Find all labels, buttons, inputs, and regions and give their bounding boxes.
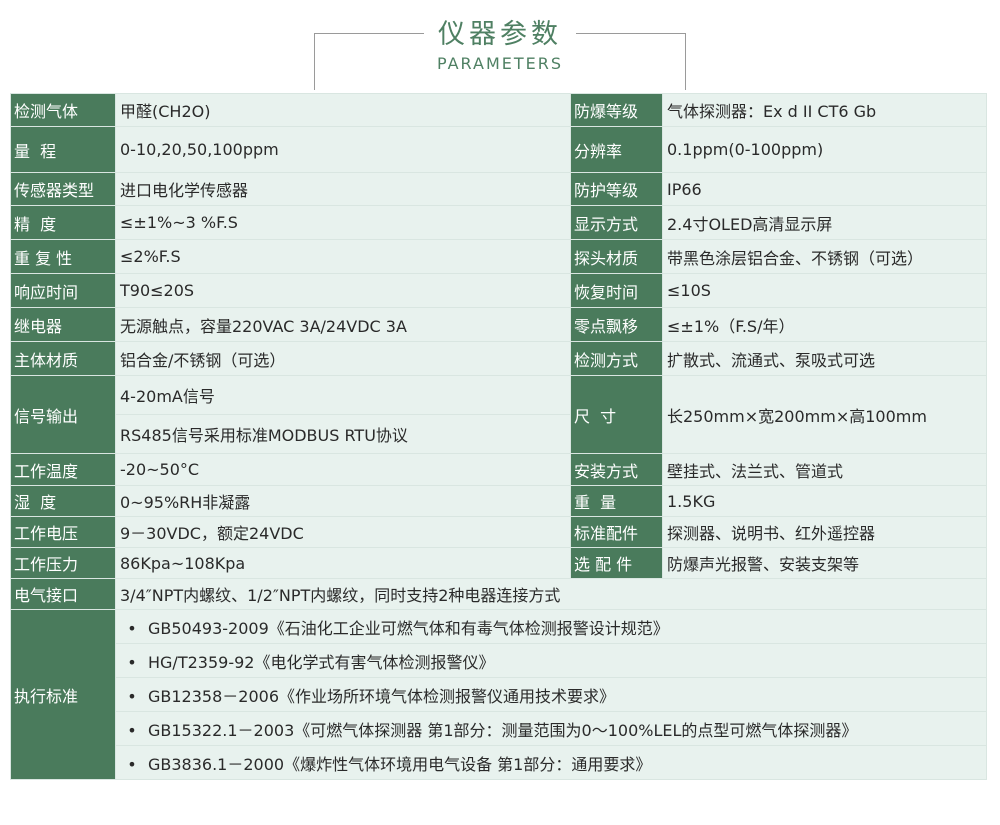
param-label: 检测气体 [10,93,116,127]
param-label: 信号输出 [10,375,116,454]
param-value: 0-10,20,50,100ppm [115,126,571,173]
param-value: 进口电化学传感器 [115,172,571,206]
param-value: 扩散式、流通式、泵吸式可选 [662,341,987,376]
param-label: 重 复 性 [10,239,116,274]
param-value: RS485信号采用标准MODBUS RTU协议 [115,414,571,454]
param-value: 长250mm×宽200mm×高100mm [662,375,987,454]
table-row: 主体材质 铝合金/不锈钢（可选） 检测方式 扩散式、流通式、泵吸式可选 [10,341,987,376]
standard-text: HG/T2359-92《电化学式有害气体检测报警仪》 [148,652,495,672]
param-label: 电气接口 [10,578,116,610]
table-row: 精 度 ≤±1%~3 %F.S 显示方式 2.4寸OLED高清显示屏 [10,205,987,240]
table-row: 响应时间 T90≤20S 恢复时间 ≤10S [10,273,987,308]
param-value: 气体探测器：Ex d II CT6 Gb [662,93,987,127]
param-value: 86Kpa~108Kpa [115,547,571,579]
standard-item: • GB50493-2009《石油化工企业可燃气体和有毒气体检测报警设计规范》 [115,609,987,644]
table-row: 信号输出 4-20mA信号 尺 寸 长250mm×宽200mm×高100mm [10,375,987,454]
bullet-icon: • [127,652,137,672]
param-label: 分辨率 [570,126,663,173]
table-row: 重 复 性 ≤2%F.S 探头材质 带黑色涂层铝合金、不锈钢（可选） [10,239,987,274]
table-row: 继电器 无源触点，容量220VAC 3A/24VDC 3A 零点飘移 ≤±1%（… [10,307,987,342]
parameters-table: 检测气体 甲醛(CH2O) 防爆等级 气体探测器：Ex d II CT6 Gb … [10,93,987,780]
param-label: 量 程 [10,126,116,173]
table-row: 工作温度 -20~50°C 安装方式 壁挂式、法兰式、管道式 [10,453,987,486]
param-label: 防护等级 [570,172,663,206]
param-label: 标准配件 [570,516,663,548]
param-label: 安装方式 [570,453,663,486]
table-row: 工作电压 9－30VDC，额定24VDC 标准配件 探测器、说明书、红外遥控器 [10,516,987,548]
bullet-icon: • [127,720,137,740]
standard-item: • GB12358－2006《作业场所环境气体检测报警仪通用技术要求》 [115,677,987,712]
table-row: 检测气体 甲醛(CH2O) 防爆等级 气体探测器：Ex d II CT6 Gb [10,93,987,127]
table-row: • HG/T2359-92《电化学式有害气体检测报警仪》 [11,643,987,678]
param-label: 工作电压 [10,516,116,548]
param-label: 传感器类型 [10,172,116,206]
param-value: 防爆声光报警、安装支架等 [662,547,987,579]
param-value: 带黑色涂层铝合金、不锈钢（可选） [662,239,987,274]
param-value: 2.4寸OLED高清显示屏 [662,205,987,240]
standard-item: • GB3836.1－2000《爆炸性气体环境用电气设备 第1部分：通用要求》 [115,745,987,780]
param-value: ≤±1%（F.S/年） [662,307,987,342]
param-label: 防爆等级 [570,93,663,127]
table-row: 工作压力 86Kpa~108Kpa 选 配 件 防爆声光报警、安装支架等 [10,547,987,579]
table-row: 湿 度 0~95%RH非凝露 重 量 1.5KG [10,485,987,517]
param-value: 0.1ppm(0-100ppm) [662,126,987,173]
standard-item: • GB15322.1－2003《可燃气体探测器 第1部分：测量范围为0～100%… [115,711,987,746]
param-label: 尺 寸 [570,375,663,454]
param-value: T90≤20S [115,273,571,308]
param-value: 4-20mA信号 [115,375,571,415]
param-label: 工作压力 [10,547,116,579]
param-value: ≤10S [662,273,987,308]
param-value: 9－30VDC，额定24VDC [115,516,571,548]
standard-item: • HG/T2359-92《电化学式有害气体检测报警仪》 [115,643,987,678]
table-row: 执行标准 • GB50493-2009《石油化工企业可燃气体和有毒气体检测报警设计… [10,609,987,780]
bullet-icon: • [127,618,137,638]
param-value: 无源触点，容量220VAC 3A/24VDC 3A [115,307,571,342]
param-value: 壁挂式、法兰式、管道式 [662,453,987,486]
param-label: 显示方式 [570,205,663,240]
param-label: 响应时间 [10,273,116,308]
param-label: 精 度 [10,205,116,240]
param-label: 探头材质 [570,239,663,274]
bullet-icon: • [127,686,137,706]
page-subtitle: PARAMETERS [436,54,564,73]
table-row: • GB15322.1－2003《可燃气体探测器 第1部分：测量范围为0～100%… [11,711,987,746]
param-value: 1.5KG [662,485,987,517]
standard-text: GB3836.1－2000《爆炸性气体环境用电气设备 第1部分：通用要求》 [148,754,652,774]
param-value: -20~50°C [115,453,571,486]
table-row: 电气接口 3/4″NPT内螺纹、1/2″NPT内螺纹，同时支持2种电器连接方式 [10,578,987,610]
bullet-icon: • [127,754,137,774]
param-label: 恢复时间 [570,273,663,308]
standards-label: 执行标准 [10,609,116,780]
standard-text: GB50493-2009《石油化工企业可燃气体和有毒气体检测报警设计规范》 [148,618,669,638]
param-label: 重 量 [570,485,663,517]
table-row: • GB12358－2006《作业场所环境气体检测报警仪通用技术要求》 [11,677,987,712]
param-label: 工作温度 [10,453,116,486]
param-value: 甲醛(CH2O) [115,93,571,127]
table-row: 传感器类型 进口电化学传感器 防护等级 IP66 [10,172,987,206]
param-value: 探测器、说明书、红外遥控器 [662,516,987,548]
param-value: 铝合金/不锈钢（可选） [115,341,571,376]
param-value: IP66 [662,172,987,206]
param-label: 零点飘移 [570,307,663,342]
param-label: 检测方式 [570,341,663,376]
param-value: 0~95%RH非凝露 [115,485,571,517]
param-value: ≤±1%~3 %F.S [115,205,571,240]
param-label: 主体材质 [10,341,116,376]
standard-text: GB15322.1－2003《可燃气体探测器 第1部分：测量范围为0～100%L… [148,720,858,740]
table-row: 量 程 0-10,20,50,100ppm 分辨率 0.1ppm(0-100pp… [10,126,987,173]
standard-text: GB12358－2006《作业场所环境气体检测报警仪通用技术要求》 [148,686,615,706]
param-value: 3/4″NPT内螺纹、1/2″NPT内螺纹，同时支持2种电器连接方式 [115,578,987,610]
param-label: 继电器 [10,307,116,342]
param-value: ≤2%F.S [115,239,571,274]
param-label: 选 配 件 [570,547,663,579]
param-label: 湿 度 [10,485,116,517]
table-row: • GB3836.1－2000《爆炸性气体环境用电气设备 第1部分：通用要求》 [11,745,987,780]
page-title: 仪器参数 [438,19,562,50]
